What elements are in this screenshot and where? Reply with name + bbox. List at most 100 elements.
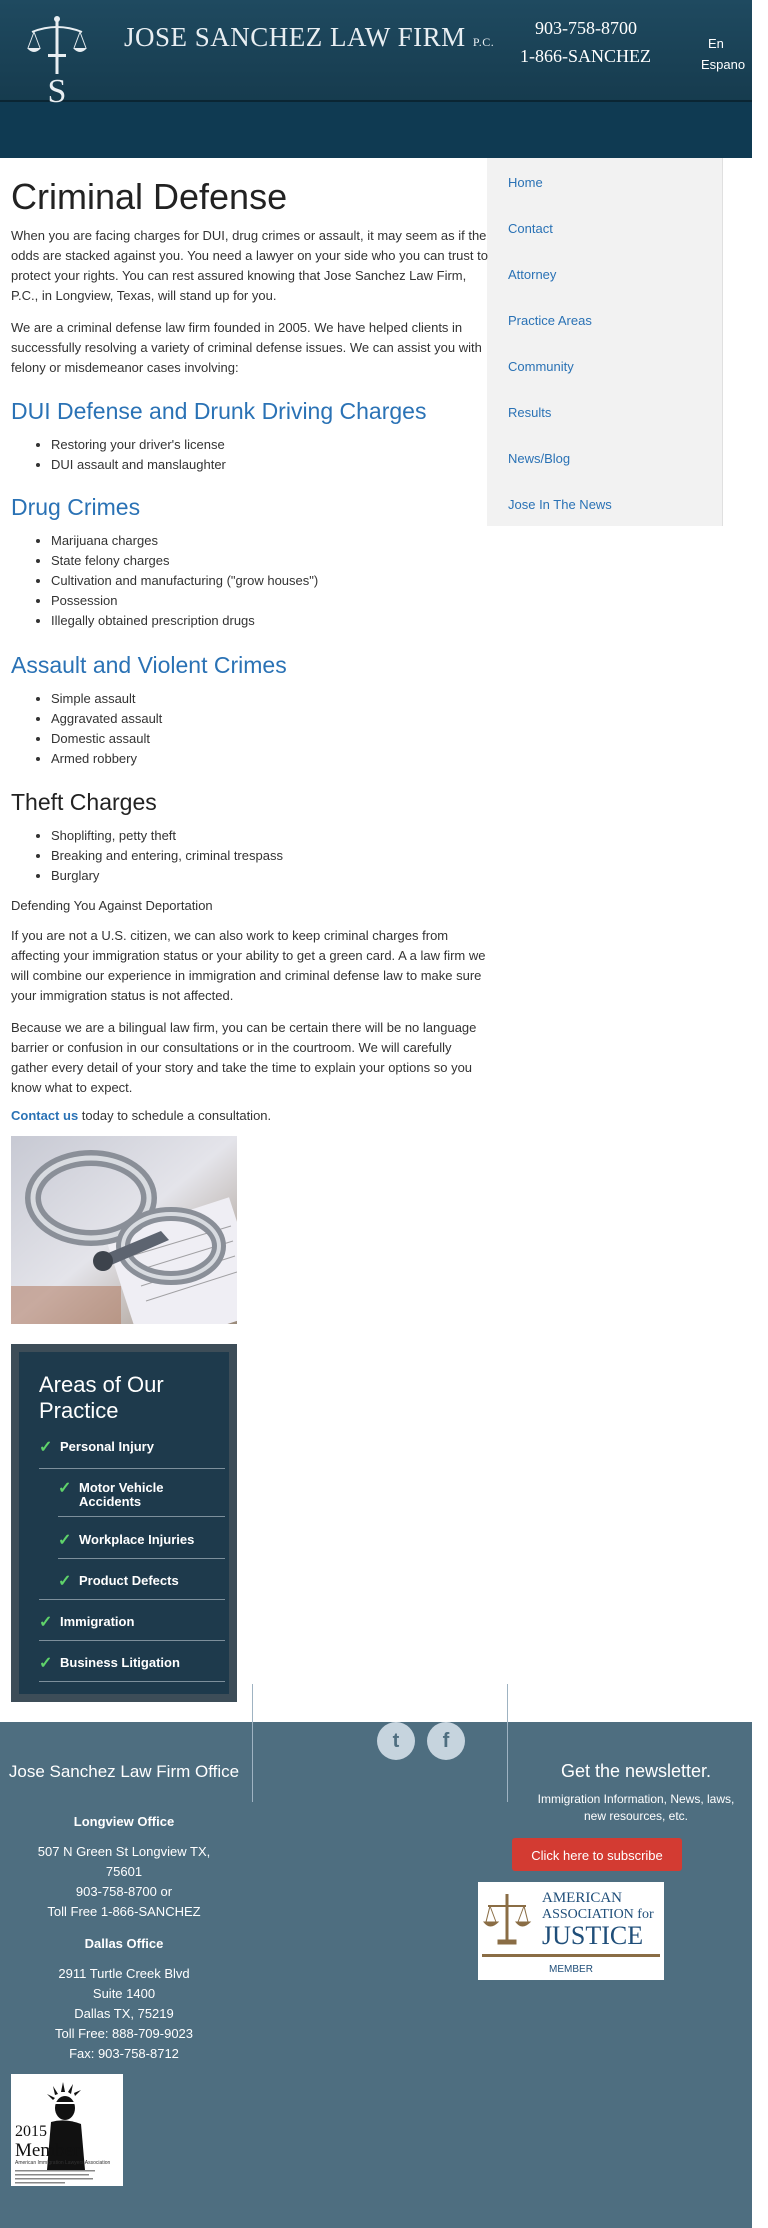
check-icon: ✓ <box>58 1480 72 1497</box>
nav-item-contact[interactable]: Contact <box>508 221 553 236</box>
list-drug-crimes: Marijuana charges State felony charges C… <box>11 531 318 631</box>
intro-paragraph-2: We are a criminal defense law firm found… <box>11 320 482 375</box>
aaj-line-2: ASSOCIATION for <box>542 1907 654 1922</box>
area-item-motor-vehicle[interactable]: Motor Vehicle Accidents <box>79 1481 209 1509</box>
page-right-edge <box>752 0 768 2228</box>
svg-text:S: S <box>48 73 67 104</box>
nav-item-news-blog[interactable]: News/Blog <box>508 451 570 466</box>
list-item: Breaking and entering, criminal trespass <box>51 846 283 866</box>
nav-item-jose-in-the-news[interactable]: Jose In The News <box>508 497 612 512</box>
section-heading-dui: DUI Defense and Drunk Driving Charges <box>11 398 427 424</box>
check-icon: ✓ <box>39 1614 53 1631</box>
nav-item-practice-areas[interactable]: Practice Areas <box>508 313 592 328</box>
list-item: Armed robbery <box>51 749 162 769</box>
contact-cta-paragraph: Contact us today to schedule a consultat… <box>11 1106 489 1126</box>
newsletter-title: Get the newsletter. <box>560 1761 712 1781</box>
nav-item-home[interactable]: Home <box>508 175 543 190</box>
list-item: Restoring your driver's license <box>51 435 226 455</box>
section-heading-drug-crimes: Drug Crimes <box>11 494 141 520</box>
scales-of-justice-logo-icon[interactable]: S <box>26 14 88 104</box>
area-item-workplace-injuries[interactable]: Workplace Injuries <box>79 1533 194 1547</box>
list-item: Burglary <box>51 866 283 886</box>
section-heading-theft: Theft Charges <box>11 789 157 815</box>
check-icon: ✓ <box>39 1655 53 1672</box>
badge-year: 2015 <box>15 2123 47 2140</box>
divider <box>39 1599 225 1600</box>
divider <box>39 1640 225 1641</box>
list-item: Aggravated assault <box>51 709 162 729</box>
areas-of-practice-box: Areas of Our Practice ✓ Personal Injury … <box>11 1344 237 1702</box>
area-item-product-defects[interactable]: Product Defects <box>79 1574 179 1588</box>
list-item: Possession <box>51 591 318 611</box>
header-phone-tollfree[interactable]: 1-866-SANCHEZ <box>520 46 651 67</box>
newsletter-subtitle: Immigration Information, News, laws, new… <box>537 1792 735 1823</box>
firm-name[interactable]: JOSE SANCHEZ LAW FIRM P.C. <box>124 22 494 53</box>
list-assault: Simple assault Aggravated assault Domest… <box>11 689 162 769</box>
list-item: Illegally obtained prescription drugs <box>51 611 318 631</box>
footer-divider-right <box>507 1684 508 1802</box>
check-icon: ✓ <box>58 1573 72 1590</box>
dallas-fax: Fax: 903-758-8712 <box>69 2046 179 2061</box>
area-item-personal-injury[interactable]: Personal Injury <box>60 1440 154 1454</box>
deportation-heading: Defending You Against Deportation <box>11 898 213 913</box>
divider <box>58 1558 225 1559</box>
check-icon: ✓ <box>39 1439 53 1456</box>
page-title: Criminal Defense <box>11 176 288 217</box>
list-item: Simple assault <box>51 689 162 709</box>
header-band <box>0 102 752 158</box>
dallas-address-1: 2911 Turtle Creek Blvd <box>58 1966 190 1981</box>
nav-item-community[interactable]: Community <box>508 359 574 374</box>
footer-office-title: Jose Sanchez Law Firm Office <box>8 1762 240 1781</box>
nav-item-results[interactable]: Results <box>508 405 551 420</box>
longview-address-2: 75601 <box>105 1864 143 1879</box>
list-item: Marijuana charges <box>51 531 318 551</box>
list-item: Cultivation and manufacturing ("grow hou… <box>51 571 318 591</box>
longview-tollfree[interactable]: Toll Free 1-866-SANCHEZ <box>0 1904 248 1919</box>
badge-org: American Immigration Lawyers Association <box>15 2160 111 2166</box>
longview-phone[interactable]: 903-758-8700 or <box>0 1884 248 1899</box>
firm-suffix: P.C. <box>472 35 495 49</box>
sidebar-nav: Home Contact Attorney Practice Areas Com… <box>487 158 723 526</box>
divider <box>39 1468 225 1469</box>
list-item: Shoplifting, petty theft <box>51 826 283 846</box>
contact-cta-text: today to schedule a consultation. <box>78 1108 272 1123</box>
list-theft: Shoplifting, petty theft Breaking and en… <box>11 826 283 886</box>
nav-item-attorney[interactable]: Attorney <box>508 267 556 282</box>
dallas-tollfree[interactable]: Toll Free: 888-709-9023 <box>0 2026 248 2041</box>
badge-member: Member <box>15 2140 80 2161</box>
footer-divider-left <box>252 1684 253 1802</box>
contact-us-link[interactable]: Contact us <box>11 1108 78 1123</box>
subscribe-button[interactable]: Click here to subscribe <box>512 1838 682 1871</box>
areas-of-practice-panel: Areas of Our Practice ✓ Personal Injury … <box>19 1352 229 1694</box>
header-phone-local[interactable]: 903-758-8700 <box>535 18 637 39</box>
intro-paragraph: When you are facing charges for DUI, dru… <box>11 228 488 303</box>
deportation-paragraph: If you are not a U.S. citizen, we can al… <box>11 928 486 1003</box>
dallas-address-3: Dallas TX, 75219 <box>74 2006 174 2021</box>
twitter-button[interactable]: t <box>377 1722 415 1760</box>
language-english-link[interactable]: En <box>708 36 724 51</box>
aaj-member-badge[interactable]: AMERICAN ASSOCIATION for JUSTICE MEMBER <box>478 1882 664 1980</box>
aaj-line-3: JUSTICE <box>542 1921 643 1950</box>
divider <box>39 1681 225 1682</box>
language-spanish-link[interactable]: Espano <box>701 57 745 72</box>
areas-title: Areas of Our Practice <box>39 1372 164 1423</box>
aila-2015-member-badge[interactable]: 2015 Member American Immigration Lawyers… <box>11 2074 123 2186</box>
facebook-icon: f <box>442 1730 450 1752</box>
list-item: DUI assault and manslaughter <box>51 455 226 475</box>
check-icon: ✓ <box>58 1532 72 1549</box>
handcuffs-photo <box>11 1136 237 1324</box>
list-item: Domestic assault <box>51 729 162 749</box>
dallas-office-heading: Dallas Office <box>84 1936 164 1951</box>
aaj-line-4: MEMBER <box>549 1964 593 1975</box>
bilingual-paragraph: Because we are a bilingual law firm, you… <box>11 1020 477 1095</box>
list-item: State felony charges <box>51 551 318 571</box>
area-item-immigration[interactable]: Immigration <box>60 1615 134 1629</box>
twitter-icon: t <box>392 1730 400 1752</box>
divider <box>58 1516 225 1517</box>
section-heading-assault: Assault and Violent Crimes <box>11 652 287 678</box>
dallas-address-2: Suite 1400 <box>92 1986 156 2001</box>
list-dui: Restoring your driver's license DUI assa… <box>11 435 226 475</box>
area-item-business-litigation[interactable]: Business Litigation <box>60 1656 180 1670</box>
longview-address-1: 507 N Green St Longview TX, <box>37 1844 211 1859</box>
facebook-button[interactable]: f <box>427 1722 465 1760</box>
